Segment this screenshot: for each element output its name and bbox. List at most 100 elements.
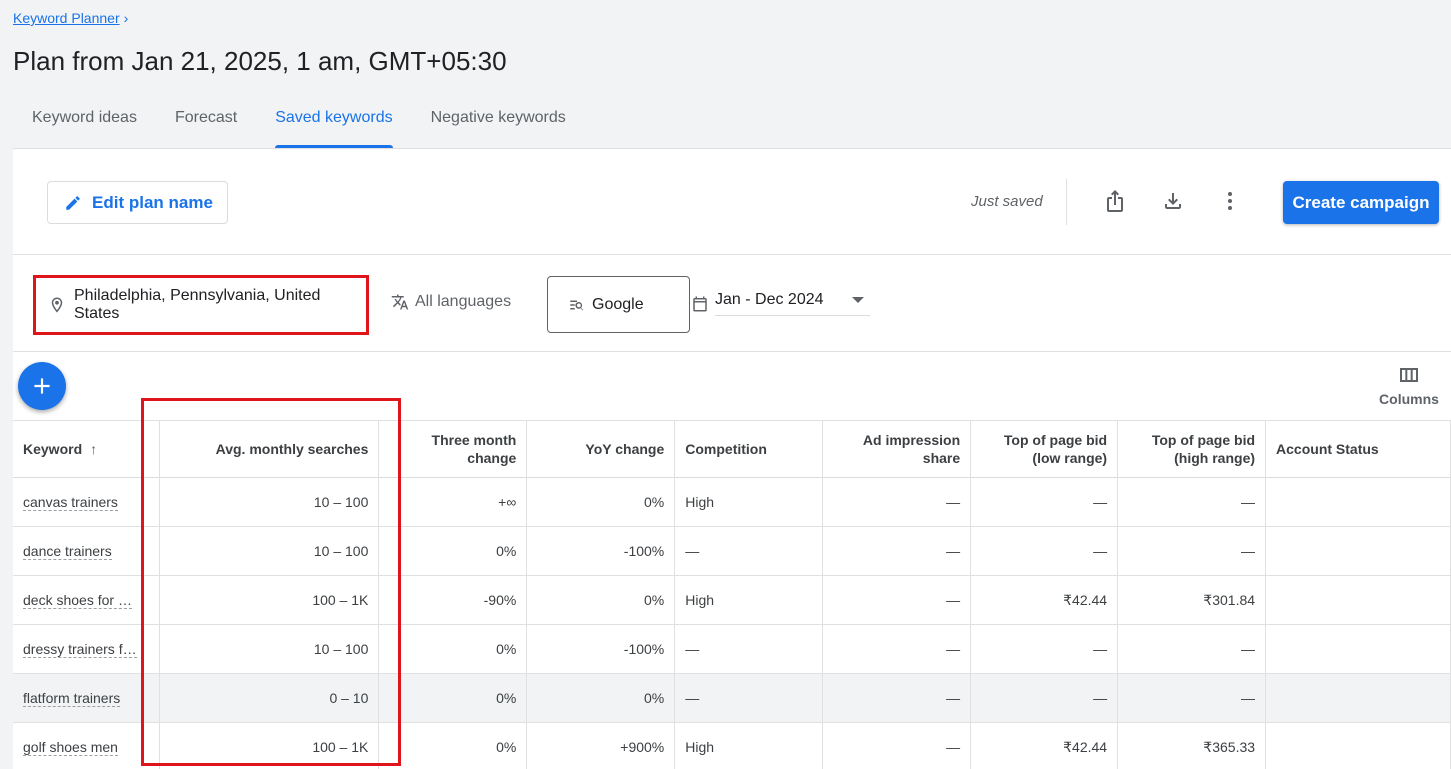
location-filter[interactable]: Philadelphia, Pennsylvania, United State… [33,275,369,335]
edit-plan-name-button[interactable]: Edit plan name [47,181,228,224]
tab-saved-keywords[interactable]: Saved keywords [256,100,411,148]
yoy-cell: 0% [526,673,676,723]
yoy-cell: 0% [526,575,676,625]
plus-icon [34,378,50,394]
tab-forecast[interactable]: Forecast [156,100,256,148]
bid-high-cell: ₹365.33 [1117,722,1267,769]
keyword-cell[interactable]: canvas trainers [13,477,161,527]
table-row[interactable]: dance trainers 10 – 100 0% -100% — — — — [13,526,1451,576]
create-campaign-button[interactable]: Create campaign [1283,181,1439,224]
column-header-competition[interactable]: Competition [674,420,824,478]
column-header-bid-high[interactable]: Top of page bid (high range) [1117,420,1267,478]
share-button[interactable] [1101,187,1129,215]
column-header-three-month-change[interactable]: Three month change [378,420,528,478]
account-status-cell [1265,477,1451,527]
columns-button[interactable]: Columns [1373,363,1445,407]
translate-icon [391,294,409,310]
saved-keywords-panel: Edit plan name Just saved Create campaig… [13,148,1451,769]
tab-bar: Keyword ideas Forecast Saved keywords Ne… [13,100,585,148]
more-vert-icon [1228,192,1232,210]
edit-plan-name-label: Edit plan name [92,192,213,212]
three-month-cell: 0% [378,722,528,769]
keyword-cell[interactable]: dressy trainers f… [13,624,161,674]
date-range-label: Jan - Dec 2024 [715,291,824,308]
calendar-icon [693,296,707,311]
column-header-bid-high-line2: (high range) [1174,450,1256,466]
avg-searches-cell: 0 – 10 [159,673,380,723]
column-header-keyword[interactable]: Keyword ↑ [13,420,161,478]
date-range-filter[interactable]: Jan - Dec 2024 [691,291,870,316]
tab-keyword-ideas[interactable]: Keyword ideas [13,100,156,148]
bid-high-cell: — [1117,477,1267,527]
column-header-bid-high-line1: Top of page bid [1151,432,1256,448]
account-status-cell [1265,575,1451,625]
keyword-text: flatform trainers [23,690,121,707]
column-header-bid-low[interactable]: Top of page bid (low range) [970,420,1119,478]
bid-low-cell: — [970,477,1119,527]
sort-ascending-icon[interactable]: ↑ [90,440,97,458]
table-row[interactable]: deck shoes for … 100 – 1K -90% 0% High —… [13,575,1451,625]
toolbar-divider [1066,179,1067,225]
tab-negative-keywords[interactable]: Negative keywords [412,100,585,148]
ad-share-cell: — [822,477,972,527]
location-filter-label: Philadelphia, Pennsylvania, United State… [74,287,321,322]
share-icon [1107,190,1123,212]
keywords-table: Keyword ↑ Avg. monthly searches Three mon… [13,420,1451,769]
save-status: Just saved [971,193,1043,210]
keyword-text: canvas trainers [23,494,118,511]
more-options-button[interactable] [1216,187,1244,215]
table-row[interactable]: flatform trainers 0 – 10 0% 0% — — — — [13,673,1451,723]
table-row[interactable]: golf shoes men 100 – 1K 0% +900% High — … [13,722,1451,769]
keyword-cell[interactable]: golf shoes men [13,722,161,769]
add-keywords-button[interactable] [18,362,66,410]
competition-cell: — [674,526,824,576]
keyword-cell[interactable]: dance trainers [13,526,161,576]
competition-cell: High [674,477,824,527]
avg-searches-cell: 100 – 1K [159,575,380,625]
download-icon [1165,193,1181,209]
download-button[interactable] [1159,187,1187,215]
bid-high-cell: — [1117,526,1267,576]
three-month-cell: +∞ [378,477,528,527]
avg-searches-cell: 10 – 100 [159,526,380,576]
network-filter-label: Google [592,295,644,313]
column-header-keyword-label: Keyword [23,441,83,457]
table-header-row: Keyword ↑ Avg. monthly searches Three mon… [13,420,1451,478]
account-status-cell [1265,526,1451,576]
avg-searches-cell: 100 – 1K [159,722,380,769]
column-header-avg-monthly-searches[interactable]: Avg. monthly searches [159,420,380,478]
three-month-cell: 0% [378,673,528,723]
bid-low-cell: ₹42.44 [970,575,1119,625]
column-header-bid-low-line1: Top of page bid [1003,432,1108,448]
search-list-icon [570,300,584,310]
plan-toolbar: Edit plan name Just saved Create campaig… [13,149,1451,255]
bid-high-cell: — [1117,624,1267,674]
column-header-yoy-change[interactable]: YoY change [526,420,676,478]
bid-low-cell: ₹42.44 [970,722,1119,769]
language-filter[interactable]: All languages [391,293,511,311]
bid-high-cell: — [1117,673,1267,723]
ad-share-cell: — [822,624,972,674]
breadcrumb-keyword-planner-link[interactable]: Keyword Planner [13,10,120,26]
ad-share-cell: — [822,575,972,625]
date-range-dropdown[interactable]: Jan - Dec 2024 [715,291,870,316]
columns-label: Columns [1379,391,1439,407]
table-row[interactable]: canvas trainers 10 – 100 +∞ 0% High — — … [13,477,1451,527]
column-header-account-status[interactable]: Account Status [1265,420,1451,478]
keyword-cell[interactable]: deck shoes for … [13,575,161,625]
ad-share-cell: — [822,673,972,723]
bid-low-cell: — [970,526,1119,576]
competition-cell: High [674,722,824,769]
keyword-text: deck shoes for … [23,592,132,609]
column-header-three-month-line1: Three month [431,432,517,448]
column-header-ad-impression-share[interactable]: Ad impression share [822,420,972,478]
network-filter[interactable]: Google [547,276,690,333]
yoy-cell: +900% [526,722,676,769]
avg-searches-cell: 10 – 100 [159,477,380,527]
table-row[interactable]: dressy trainers f… 10 – 100 0% -100% — —… [13,624,1451,674]
three-month-cell: -90% [378,575,528,625]
column-header-ad-share-line2: share [922,450,961,466]
competition-cell: High [674,575,824,625]
keyword-cell[interactable]: flatform trainers [13,673,161,723]
account-status-cell [1265,624,1451,674]
